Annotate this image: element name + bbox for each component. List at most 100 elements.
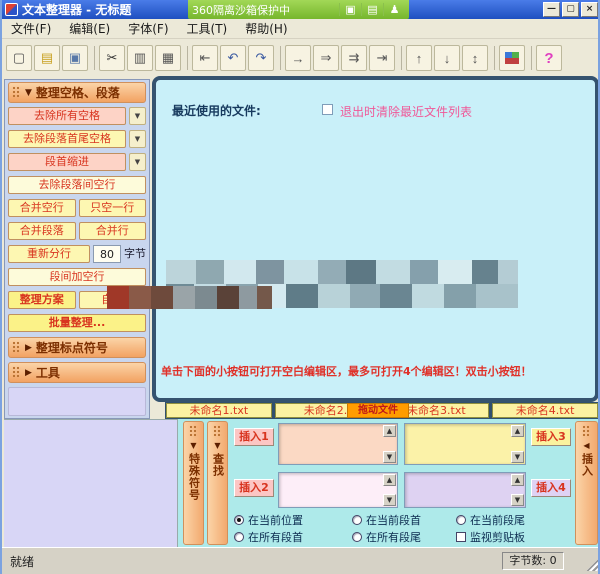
scroll-down-icon[interactable]: ▼ <box>383 451 396 463</box>
copy-icon: ▥ <box>134 50 146 66</box>
menu-help[interactable]: 帮助(H) <box>236 18 296 39</box>
merge-paragraphs-button[interactable]: 合并段落 <box>8 222 76 240</box>
scroll-up-icon[interactable]: ▲ <box>511 425 524 437</box>
keep-one-blank-button[interactable]: 只空一行 <box>79 199 147 217</box>
special-symbols-label: 特殊符号 <box>186 453 202 501</box>
radio-all-para-start[interactable]: 在所有段首 <box>234 529 352 545</box>
scroll-down-icon[interactable]: ▼ <box>511 494 524 506</box>
close-button[interactable]: × <box>581 2 598 17</box>
redo-button[interactable]: ↷ <box>248 45 274 71</box>
merge-blank-lines-button[interactable]: 合并空行 <box>8 199 76 217</box>
undo-button[interactable]: ↶ <box>220 45 246 71</box>
move-down-button[interactable]: ↓ <box>434 45 460 71</box>
panel-header-tools[interactable]: ▶ 工具 <box>8 362 146 383</box>
help-button[interactable]: ? <box>536 45 562 71</box>
paste-button[interactable]: ▦ <box>155 45 181 71</box>
special-symbols-strip[interactable]: ▼ 特殊符号 <box>183 421 204 545</box>
remove-blank-lines-button[interactable]: 去除段落间空行 <box>8 176 146 194</box>
insert3-textbox[interactable]: ▲ ▼ <box>404 423 526 465</box>
overlay-pin-icon[interactable]: ♟ <box>383 3 405 16</box>
color-grid-icon <box>505 52 519 64</box>
remove-para-edge-spaces-button[interactable]: 去除段落首尾空格 <box>8 130 126 148</box>
toolbar-separator <box>94 46 95 70</box>
radio-icon <box>234 515 244 525</box>
app-window: 文本整理器 - 无标题 360隔离沙箱保护中 ▣ ▤ ♟ — ▢ × 文件(F)… <box>0 0 600 574</box>
insert4-textbox[interactable]: ▲ ▼ <box>404 472 526 508</box>
chevron-right-icon: ▶ <box>25 343 32 353</box>
copy-button[interactable]: ▥ <box>127 45 153 71</box>
tab-untitled1[interactable]: 未命名1.txt <box>166 403 272 418</box>
new-file-icon: ▢ <box>13 50 25 66</box>
insert4-button[interactable]: 插入4 <box>531 479 571 497</box>
overlay-folder-icon[interactable]: ▤ <box>361 3 383 16</box>
scrollbar[interactable]: ▲ ▼ <box>511 425 524 463</box>
clear-recent-checkbox[interactable] <box>322 104 333 115</box>
merge-lines-button[interactable]: 合并行 <box>79 222 147 240</box>
panel-header-spaces[interactable]: ▼ 整理空格、段落 <box>8 82 146 103</box>
menu-edit[interactable]: 编辑(E) <box>60 18 119 39</box>
menu-file[interactable]: 文件(F) <box>2 18 60 39</box>
menu-bar: 文件(F) 编辑(E) 字体(F) 工具(T) 帮助(H) <box>2 19 600 39</box>
move-both-button[interactable]: ↕ <box>462 45 488 71</box>
scrollbar[interactable]: ▲ ▼ <box>511 474 524 506</box>
minimize-button[interactable]: — <box>543 2 560 17</box>
batch-organize-button[interactable]: 批量整理... <box>8 314 146 332</box>
goto-editor3-button[interactable]: ⇉ <box>341 45 367 71</box>
find-strip[interactable]: ▼ 查找 <box>207 421 228 545</box>
para-indent-dropdown[interactable]: ▼ <box>129 153 146 171</box>
add-blank-between-button[interactable]: 段间加空行 <box>8 268 146 286</box>
checkbox-label: 监视剪贴板 <box>470 529 525 545</box>
save-file-button[interactable]: ▣ <box>62 45 88 71</box>
cut-button[interactable]: ✂ <box>99 45 125 71</box>
insert-strip[interactable]: ◀ 插入 <box>575 421 598 545</box>
tab-untitled4[interactable]: 未命名4.txt <box>492 403 598 418</box>
overlay-window-icon[interactable]: ▣ <box>339 3 361 16</box>
scroll-up-icon[interactable]: ▲ <box>511 474 524 486</box>
scroll-up-icon[interactable]: ▲ <box>383 474 396 486</box>
remove-para-edge-spaces-dropdown[interactable]: ▼ <box>129 130 146 148</box>
goto-editor1-icon: → <box>292 51 305 66</box>
redacted-content <box>107 286 272 309</box>
color-grid-button[interactable] <box>499 45 525 71</box>
scroll-up-icon[interactable]: ▲ <box>383 425 396 437</box>
insert2-button[interactable]: 插入2 <box>234 479 274 497</box>
rewrap-bytes-input[interactable] <box>93 245 121 263</box>
scheme-button[interactable]: 整理方案 <box>8 291 76 309</box>
scrollbar[interactable]: ▲ ▼ <box>383 425 396 463</box>
insert2-textbox[interactable]: ▲ ▼ <box>278 472 398 508</box>
scrollbar[interactable]: ▲ ▼ <box>383 474 396 506</box>
clear-recent-label[interactable]: 退出时清除最近文件列表 <box>340 103 472 120</box>
insert3-button[interactable]: 插入3 <box>531 428 571 446</box>
radio-icon <box>234 532 244 542</box>
para-indent-button[interactable]: 段首缩进 <box>8 153 126 171</box>
goto-last-icon: ⇥ <box>377 50 388 66</box>
goto-editor1-button[interactable]: → <box>285 45 311 71</box>
radio-current-para-end[interactable]: 在当前段尾 <box>456 512 570 528</box>
rewrap-button[interactable]: 重新分行 <box>8 245 90 263</box>
move-down-icon: ↓ <box>444 51 451 66</box>
open-file-button[interactable]: ▤ <box>34 45 60 71</box>
menu-font[interactable]: 字体(F) <box>119 18 177 39</box>
goto-last-button[interactable]: ⇥ <box>369 45 395 71</box>
radio-current-position[interactable]: 在当前位置 <box>234 512 352 528</box>
scroll-down-icon[interactable]: ▼ <box>511 451 524 463</box>
resize-grip[interactable] <box>586 557 600 571</box>
new-file-button[interactable]: ▢ <box>6 45 32 71</box>
panel-header-punctuation[interactable]: ▶ 整理标点符号 <box>8 337 146 358</box>
monitor-clipboard-checkbox[interactable]: 监视剪贴板 <box>456 529 570 545</box>
chevron-right-icon: ▶ <box>25 368 32 378</box>
scroll-down-icon[interactable]: ▼ <box>383 494 396 506</box>
insert1-textbox[interactable]: ▲ ▼ <box>278 423 398 465</box>
toolbar-separator <box>531 46 532 70</box>
antivirus-overlay: 360隔离沙箱保护中 ▣ ▤ ♟ <box>188 0 409 19</box>
radio-current-para-start[interactable]: 在当前段首 <box>352 512 456 528</box>
maximize-button[interactable]: ▢ <box>562 2 579 17</box>
move-up-button[interactable]: ↑ <box>406 45 432 71</box>
remove-all-spaces-button[interactable]: 去除所有空格 <box>8 107 126 125</box>
goto-editor2-button[interactable]: ⇒ <box>313 45 339 71</box>
go-first-button[interactable]: ⇤ <box>192 45 218 71</box>
radio-all-para-end[interactable]: 在所有段尾 <box>352 529 456 545</box>
insert1-button[interactable]: 插入1 <box>234 428 274 446</box>
menu-tools[interactable]: 工具(T) <box>178 18 237 39</box>
remove-all-spaces-dropdown[interactable]: ▼ <box>129 107 146 125</box>
